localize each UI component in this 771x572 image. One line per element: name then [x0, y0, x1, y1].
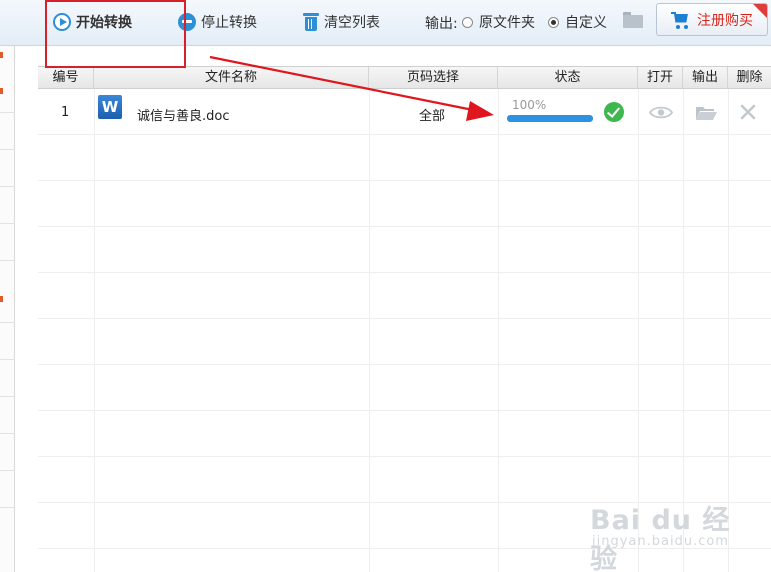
row-divider: [38, 410, 771, 411]
left-divider: [0, 470, 15, 471]
progress-text: 100%: [512, 98, 547, 112]
header-index[interactable]: 编号: [38, 67, 94, 89]
column-divider: [369, 89, 370, 572]
left-marker: [0, 52, 3, 58]
watermark-logo: Bai du 经验 jingyan.baidu.com: [590, 492, 740, 572]
radio-original-folder[interactable]: 原文件夹: [462, 12, 535, 32]
file-name: 诚信与善良.doc: [137, 109, 230, 124]
left-divider: [0, 223, 15, 224]
register-buy-button[interactable]: 注册购买: [656, 3, 768, 36]
trash-icon: [303, 13, 319, 31]
radio-original-dot[interactable]: [462, 16, 473, 28]
radio-custom-label: 自定义: [565, 15, 607, 31]
radio-custom-dot[interactable]: [548, 16, 559, 28]
header-file-name[interactable]: 文件名称: [94, 67, 369, 89]
header-delete[interactable]: 删除: [728, 67, 771, 89]
left-divider: [0, 507, 15, 508]
header-open[interactable]: 打开: [638, 67, 683, 89]
row-divider: [38, 456, 771, 457]
header-output[interactable]: 输出: [683, 67, 728, 89]
corner-ribbon: [753, 4, 767, 18]
open-folder-icon[interactable]: [695, 105, 717, 121]
left-divider: [0, 396, 15, 397]
left-marker: [0, 88, 3, 94]
left-divider: [0, 433, 15, 434]
progress-bar: [507, 115, 593, 122]
column-divider: [498, 89, 499, 572]
table-header: 编号 文件名称 页码选择 状态 打开 输出 删除: [38, 66, 771, 89]
left-divider: [0, 359, 15, 360]
radio-custom[interactable]: 自定义: [548, 12, 607, 32]
eye-icon[interactable]: [649, 105, 673, 120]
left-divider: [0, 322, 15, 323]
column-divider: [94, 89, 95, 572]
converter-window: 开始转换 停止转换 清空列表 输出: 原文件夹 自定义 注册购买 编号 文件名称…: [0, 0, 771, 572]
register-buy-label: 注册购买: [697, 12, 753, 29]
row-divider: [38, 364, 771, 365]
delete-icon[interactable]: [739, 103, 757, 121]
clear-list-label: 清空列表: [324, 15, 380, 31]
row-divider: [38, 134, 771, 135]
row-divider: [38, 272, 771, 273]
stop-convert-button[interactable]: 停止转换: [178, 10, 257, 34]
output-label: 输出:: [425, 16, 458, 32]
progress-fill: [507, 115, 593, 122]
word-icon: W: [98, 95, 122, 119]
row-index: 1: [61, 105, 70, 120]
header-page-select[interactable]: 页码选择: [369, 67, 498, 89]
left-divider: [0, 186, 15, 187]
highlight-box: [45, 0, 186, 68]
clear-list-button[interactable]: 清空列表: [303, 10, 380, 34]
watermark-sub: jingyan.baidu.com: [592, 534, 729, 549]
page-select[interactable]: 全部: [419, 105, 445, 124]
radio-original-label: 原文件夹: [479, 15, 535, 31]
left-divider: [0, 112, 15, 113]
left-divider: [0, 260, 15, 261]
stop-convert-label: 停止转换: [201, 15, 257, 31]
cart-icon: [671, 11, 691, 29]
row-divider: [38, 226, 771, 227]
check-icon: [604, 102, 624, 122]
left-panel-edge: [0, 46, 15, 572]
row-divider: [38, 180, 771, 181]
left-marker: [0, 296, 3, 302]
folder-icon[interactable]: [623, 12, 643, 28]
left-divider: [0, 149, 15, 150]
header-status[interactable]: 状态: [498, 67, 638, 89]
row-divider: [38, 318, 771, 319]
